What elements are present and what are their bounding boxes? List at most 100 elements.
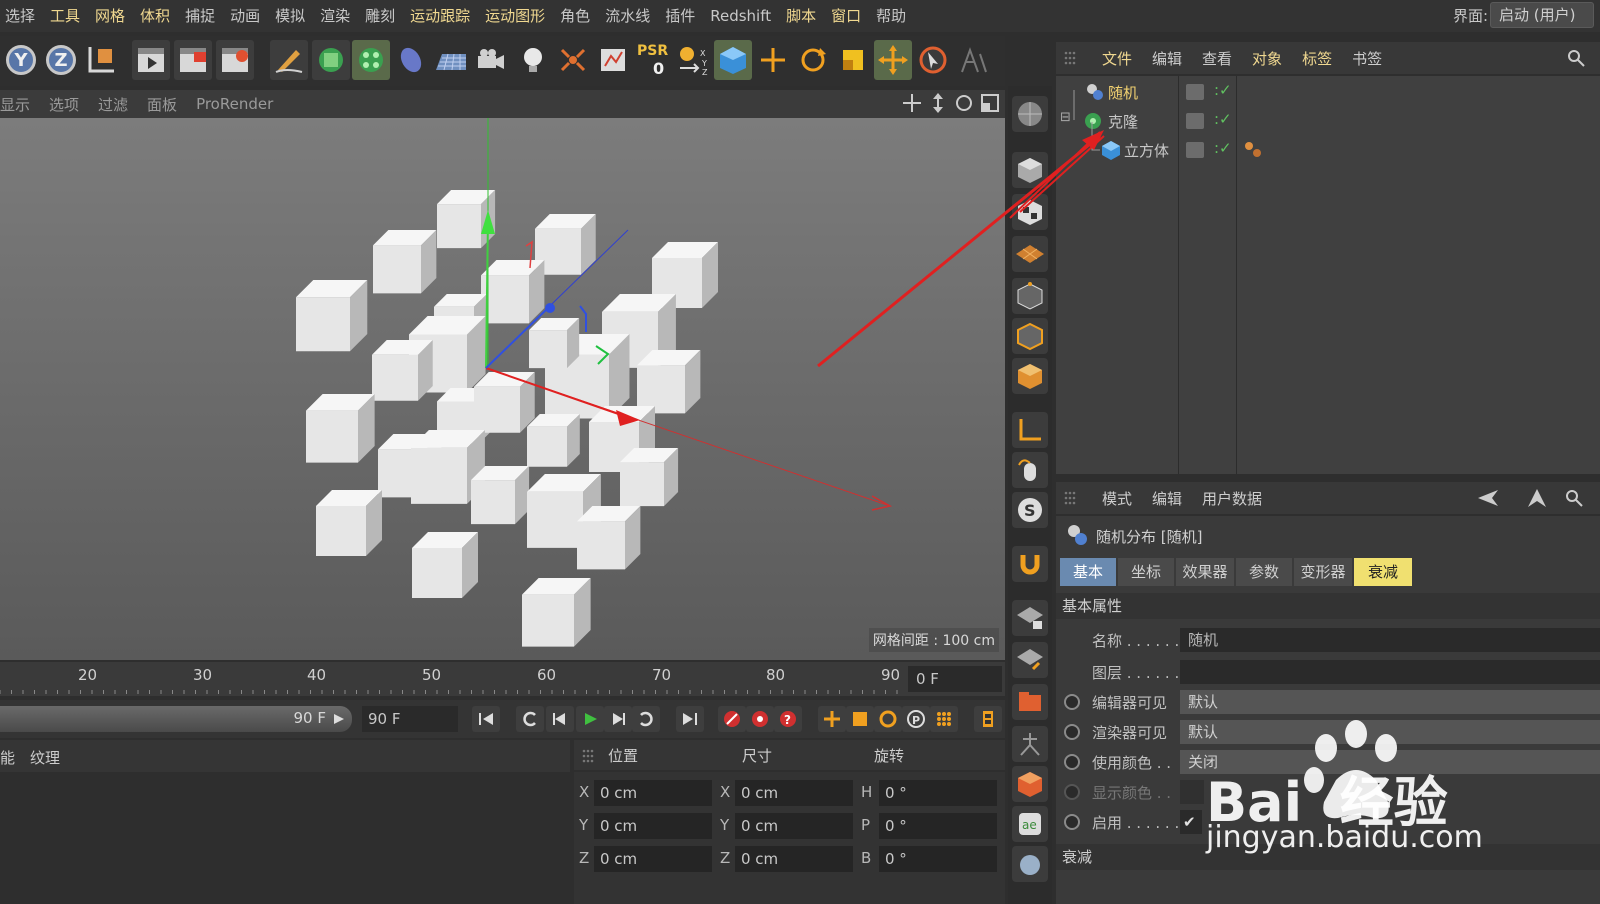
rot-p-field[interactable]: 0 ° [879, 813, 997, 839]
om-menu-tags[interactable]: 标签 [1292, 48, 1342, 69]
material-area[interactable] [0, 774, 570, 904]
figure-button[interactable] [1012, 726, 1048, 762]
deformer-button[interactable] [392, 40, 430, 80]
om-menu-file[interactable]: 文件 [1092, 48, 1142, 69]
render-view-button[interactable] [132, 40, 170, 80]
tab-parameter[interactable]: 参数 [1236, 558, 1292, 586]
maximize-view-icon[interactable] [979, 92, 1001, 114]
enabled-check-icon[interactable]: :✓ [1214, 139, 1232, 157]
tab-falloff[interactable]: 衰减 [1354, 558, 1412, 586]
loop-button[interactable] [516, 706, 544, 732]
am-menu-edit[interactable]: 编辑 [1142, 488, 1192, 509]
om-menu-objects[interactable]: 对象 [1242, 48, 1292, 69]
menu-animate[interactable]: 动画 [225, 0, 270, 32]
enabled-check-icon[interactable]: :✓ [1214, 110, 1232, 128]
clone-cube[interactable] [316, 490, 382, 556]
content-browser-button[interactable] [1012, 766, 1048, 802]
tab-basic[interactable]: 基本 [1060, 558, 1116, 586]
prev-frame-button[interactable] [546, 706, 574, 732]
menu-motion-tracking[interactable]: 运动跟踪 [405, 0, 480, 32]
material-menu-function[interactable]: 能 [0, 747, 15, 768]
tweak-mode-button[interactable] [1012, 452, 1048, 488]
z-axis-lock-button[interactable]: Z [42, 40, 80, 80]
menu-character[interactable]: 角色 [555, 0, 600, 32]
menu-simulate[interactable]: 模拟 [270, 0, 315, 32]
snap-button[interactable]: S [1012, 492, 1048, 528]
viewport-menu-options[interactable]: 选项 [49, 94, 92, 115]
viewport-menu-display[interactable]: 显示 [0, 94, 43, 115]
preview-range-slider[interactable]: 90 F [0, 706, 352, 732]
render-picture-viewer-button[interactable] [174, 40, 212, 80]
phong-tag-icon[interactable] [1242, 139, 1266, 161]
object-row-cube[interactable]: 立方体 :✓ [1056, 136, 1600, 164]
enabled-radio[interactable] [1064, 814, 1080, 830]
menu-plugins[interactable]: 插件 [660, 0, 705, 32]
axis-mode-button[interactable] [1012, 412, 1048, 448]
display-color-swatch[interactable] [1180, 780, 1204, 804]
timeline-layout-button[interactable] [974, 706, 1002, 732]
goto-start-button[interactable] [472, 706, 500, 732]
snap-workplane-button[interactable] [1012, 642, 1048, 678]
menu-sculpt[interactable]: 雕刻 [360, 0, 405, 32]
play-button[interactable] [576, 706, 604, 732]
move-tool-button[interactable] [754, 40, 792, 80]
zoom-icon[interactable] [927, 92, 949, 114]
material-menu-texture[interactable]: 纹理 [30, 747, 60, 768]
layer-flag[interactable] [1186, 84, 1204, 100]
polygons-mode-button[interactable] [1012, 358, 1048, 394]
menu-pipeline[interactable]: 流水线 [600, 0, 660, 32]
rotate-tool-button[interactable] [794, 40, 832, 80]
clone-cube[interactable] [637, 350, 701, 414]
3d-viewport[interactable]: 网格间距 : 100 cm [0, 118, 1005, 660]
layer-field[interactable] [1180, 660, 1600, 684]
am-menu-user-data[interactable]: 用户数据 [1192, 488, 1272, 509]
menu-snap[interactable]: 捕捉 [180, 0, 225, 32]
effector-button[interactable] [554, 40, 592, 80]
tab-coordinates[interactable]: 坐标 [1118, 558, 1174, 586]
record-keys-button[interactable] [718, 706, 746, 732]
clone-cube[interactable] [522, 578, 591, 647]
autokey-button[interactable] [746, 706, 774, 732]
object-mode-button[interactable] [714, 40, 752, 80]
key-position-button[interactable] [818, 706, 846, 732]
light-button[interactable] [514, 40, 552, 80]
object-row-cloner[interactable]: ⊟ 克隆 :✓ [1056, 107, 1600, 135]
search-icon[interactable] [1564, 488, 1584, 508]
model-mode-button[interactable] [1012, 152, 1048, 188]
rot-h-field[interactable]: 0 ° [879, 780, 997, 806]
layer-flag[interactable] [1186, 142, 1204, 158]
sculpt-button[interactable] [1012, 846, 1048, 882]
use-color-radio[interactable] [1064, 754, 1080, 770]
menu-script[interactable]: 脚本 [781, 0, 826, 32]
workplane-mode-button[interactable] [1012, 236, 1048, 272]
key-rotation-button[interactable] [874, 706, 902, 732]
y-axis-lock-button[interactable]: Y [2, 40, 40, 80]
texture-mode-button[interactable] [1012, 194, 1048, 230]
timeline-ruler[interactable]: 20 30 40 50 60 70 80 90 [0, 662, 1005, 696]
key-parameter-button[interactable]: P [902, 706, 930, 732]
pos-y-field[interactable]: 0 cm [594, 813, 712, 839]
tab-effector[interactable]: 效果器 [1176, 558, 1234, 586]
om-menu-view[interactable]: 查看 [1192, 48, 1242, 69]
size-z-field[interactable]: 0 cm [735, 846, 853, 872]
live-selection-button[interactable] [874, 40, 912, 80]
up-arrow-icon[interactable] [1526, 487, 1548, 509]
clone-cube[interactable] [306, 394, 375, 463]
psr-button[interactable]: PSR 0 [634, 40, 672, 80]
camera-button[interactable] [472, 40, 510, 80]
clone-cube[interactable] [412, 532, 478, 598]
section-basic-properties[interactable]: 基本属性 [1056, 593, 1600, 619]
clone-cube[interactable] [527, 414, 580, 467]
keyframe-help-button[interactable]: ? [774, 706, 802, 732]
edges-mode-button[interactable] [1012, 318, 1048, 354]
display-color-radio[interactable] [1064, 784, 1080, 800]
goto-end-button[interactable] [676, 706, 704, 732]
clone-cube[interactable] [529, 318, 580, 369]
selection-tool-button[interactable] [914, 40, 952, 80]
points-mode-button[interactable] [1012, 278, 1048, 314]
scale-tool-button[interactable] [834, 40, 872, 80]
layout-dropdown[interactable]: 启动 (用户) [1490, 2, 1594, 28]
clone-cube[interactable] [620, 448, 679, 507]
menu-mesh[interactable]: 网格 [90, 0, 135, 32]
viewport-menu-filter[interactable]: 过滤 [98, 94, 141, 115]
